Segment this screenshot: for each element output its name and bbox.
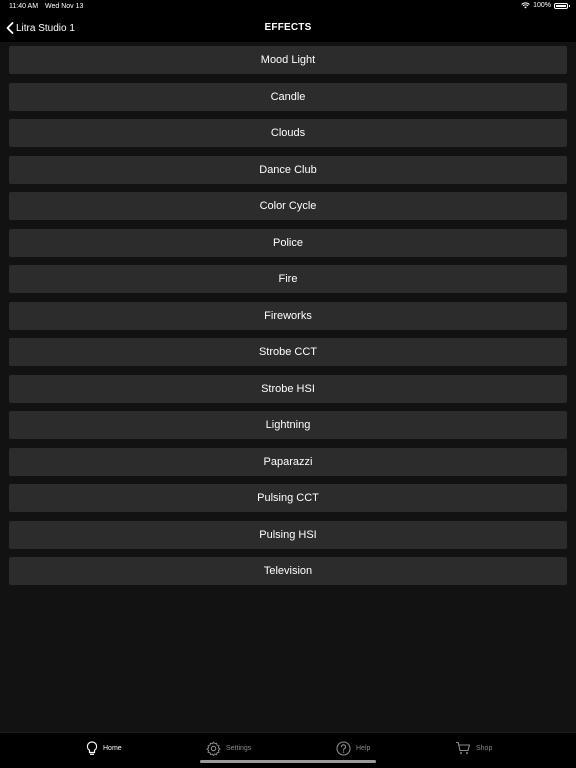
question-circle-icon bbox=[336, 740, 351, 756]
tab-settings-label: Settings bbox=[226, 744, 252, 752]
effect-button[interactable]: Dance Club bbox=[9, 155, 567, 184]
tab-help[interactable]: Help bbox=[336, 739, 370, 757]
battery-percentage: 100% bbox=[533, 2, 551, 9]
effect-label: Dance Club bbox=[259, 163, 317, 176]
effect-label: Clouds bbox=[270, 127, 306, 139]
effect-label: Fire bbox=[278, 273, 298, 285]
nav-bar: Litra Studio 1 EFFECTS bbox=[0, 14, 576, 42]
effect-label: Mood Light bbox=[260, 54, 316, 66]
cart-icon bbox=[456, 741, 471, 754]
effect-button[interactable]: Candle bbox=[9, 82, 567, 111]
battery-icon bbox=[554, 2, 570, 9]
effect-label: Pulsing CCT bbox=[257, 492, 319, 504]
tab-settings[interactable]: Settings bbox=[206, 739, 251, 757]
effect-button[interactable]: Clouds bbox=[9, 119, 567, 147]
tab-home-label: Home bbox=[103, 744, 122, 752]
effect-button[interactable]: Strobe CCT bbox=[9, 338, 567, 366]
effect-label: Lightning bbox=[265, 419, 311, 431]
effect-button[interactable]: Pulsing HSI bbox=[9, 520, 567, 549]
effect-label: Strobe HSI bbox=[261, 382, 315, 395]
gear-icon bbox=[206, 741, 221, 756]
effect-button[interactable]: Strobe HSI bbox=[9, 374, 567, 403]
tab-shop-label: Shop bbox=[476, 744, 493, 752]
effect-button[interactable]: Lightning bbox=[9, 411, 567, 439]
wifi-icon bbox=[521, 2, 530, 9]
effect-button[interactable]: Mood Light bbox=[9, 46, 567, 74]
battery-fill bbox=[556, 4, 566, 7]
tab-home[interactable]: Home bbox=[86, 739, 122, 757]
effect-button[interactable]: Pulsing CCT bbox=[9, 484, 567, 512]
effect-label: Paparazzi bbox=[263, 455, 313, 468]
lightbulb-icon bbox=[86, 740, 98, 755]
effect-label: Fireworks bbox=[264, 309, 312, 322]
effect-button[interactable]: Television bbox=[9, 557, 567, 585]
effect-button[interactable]: Color Cycle bbox=[9, 192, 567, 220]
effect-button[interactable]: Fire bbox=[9, 265, 567, 293]
status-time: 11:40 AM bbox=[9, 3, 39, 10]
page-title: EFFECTS bbox=[264, 22, 312, 33]
effect-label: Police bbox=[273, 236, 303, 249]
effect-label: Pulsing HSI bbox=[259, 528, 317, 541]
effects-screen: 11:40 AM Wed Nov 13 100% Litra Studio 1 … bbox=[0, 0, 576, 768]
effect-button[interactable]: Fireworks bbox=[9, 301, 567, 330]
effect-label: Television bbox=[263, 565, 313, 577]
effect-button[interactable]: Police bbox=[9, 228, 567, 257]
effect-label: Strobe CCT bbox=[258, 346, 318, 358]
status-bar: 11:40 AM Wed Nov 13 100% bbox=[0, 0, 576, 14]
effect-button[interactable]: Paparazzi bbox=[9, 447, 567, 476]
tab-shop[interactable]: Shop bbox=[455, 739, 492, 757]
status-date: Wed Nov 13 bbox=[45, 3, 84, 10]
status-right: 100% bbox=[521, 2, 570, 9]
effect-label: Color Cycle bbox=[259, 200, 317, 212]
tab-help-label: Help bbox=[356, 744, 371, 752]
effect-label: Candle bbox=[270, 90, 306, 103]
home-indicator bbox=[200, 760, 376, 763]
effects-list: Mood Light Candle Clouds Dance Club Color Cy… bbox=[9, 46, 567, 594]
